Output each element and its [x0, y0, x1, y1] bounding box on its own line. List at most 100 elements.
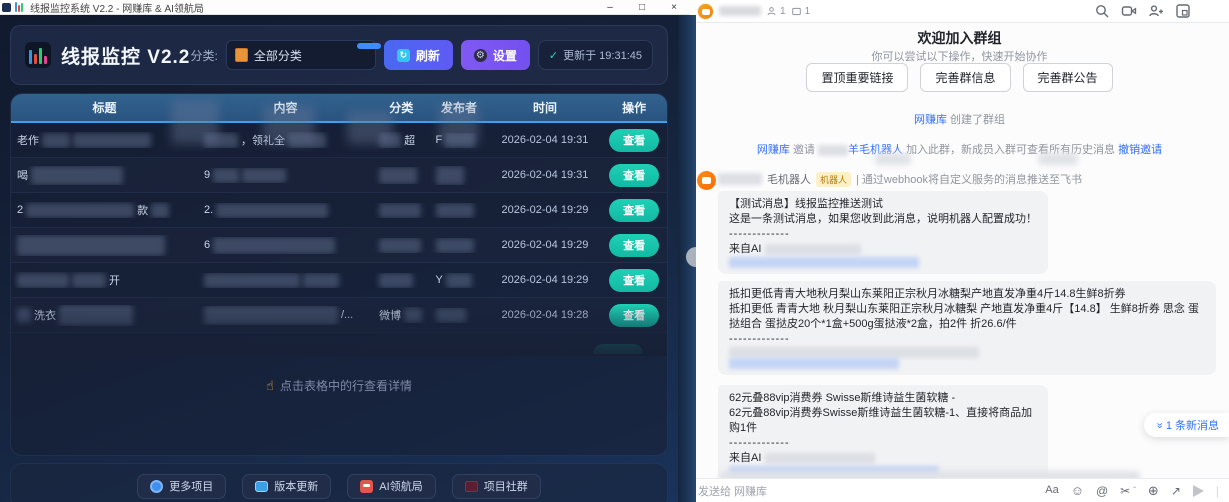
- group-avatar[interactable]: [697, 3, 714, 20]
- status-badge: ✓ 更新于 19:31:45: [538, 40, 653, 70]
- composer-placeholder: 发送给 网赚库: [698, 483, 767, 499]
- table-row[interactable]: 老作 ，领礼全 超 F 2026-02-04 19:31 查看: [11, 123, 667, 158]
- redacted-blur: [720, 471, 1140, 478]
- redacted-blur: [875, 153, 911, 165]
- add-member-icon[interactable]: [1148, 3, 1164, 19]
- robot-icon: [360, 480, 373, 493]
- table-row[interactable]: 喝 9 2026-02-04 19:31 查看: [11, 158, 667, 193]
- page-title: 线报监控 V2.2: [61, 42, 190, 69]
- window-title: 线报监控系统 V2.2 - 网赚库 & AI领航局: [30, 0, 204, 15]
- select-scroll-dash: [357, 43, 381, 49]
- complete-group-info-button[interactable]: 完善群信息: [920, 63, 1010, 92]
- table-row[interactable]: 6 2026-02-04 19:29 查看: [11, 228, 667, 263]
- group-name-redacted: [719, 6, 761, 16]
- footer-toolbar: 更多项目 版本更新 AI领航局 项目社群: [10, 463, 668, 502]
- message-sender-row: 毛机器人 机器人 | 通过webhook将自定义服务的消息推送至飞书: [718, 171, 1082, 187]
- category-value: 全部分类: [254, 47, 302, 64]
- new-message-badge[interactable]: » 1 条新消息: [1144, 413, 1229, 437]
- chat-window: 1 1 欢迎加入群组 你可以尝试以下操作，快速开始协作 置顶重要链接 完善群信息…: [690, 0, 1229, 502]
- message-bubble[interactable]: 抵扣更低青青大地秋月梨山东莱阳正宗秋月冰糖梨产地直发净重4斤14.8生鲜8折券 …: [718, 281, 1216, 375]
- collapse-handle[interactable]: [686, 247, 696, 267]
- redacted-link-blur: [729, 358, 899, 369]
- view-button[interactable]: 查看: [609, 234, 659, 257]
- redacted-blur: [765, 453, 875, 464]
- search-icon[interactable]: [1094, 3, 1110, 19]
- maximize-button[interactable]: □: [626, 0, 658, 14]
- expand-icon[interactable]: ↗: [1171, 485, 1181, 497]
- invite-line: 网赚库 邀请 羊毛机器人 加入此群，新成员入群可查看所有历史消息 撤销邀请: [690, 141, 1229, 157]
- emoji-icon[interactable]: ☺: [1071, 484, 1084, 497]
- partial-view-button: [593, 344, 643, 354]
- screenshot-icon[interactable]: ✂: [1120, 485, 1130, 497]
- refresh-icon: ↻: [397, 49, 410, 62]
- bot-avatar[interactable]: [697, 171, 716, 190]
- bot-badge: 机器人: [816, 172, 851, 187]
- video-call-icon[interactable]: [1121, 3, 1137, 19]
- pin-count: 1: [791, 6, 811, 17]
- send-icon[interactable]: [1193, 485, 1204, 497]
- app-icon: [15, 2, 25, 12]
- pointing-finger-icon: ☝: [266, 378, 274, 393]
- table-hint: ☝点击表格中的行查看详情: [11, 377, 667, 394]
- screenshot-chevron-icon: ˇ: [1133, 487, 1136, 495]
- monitor-window-titlebar: 线报监控系统 V2.2 - 网赚库 & AI领航局 – □ ×: [0, 0, 690, 15]
- close-button[interactable]: ×: [658, 0, 690, 14]
- more-apps-icon[interactable]: [1175, 3, 1191, 19]
- view-button[interactable]: 查看: [609, 199, 659, 222]
- mention-icon[interactable]: @: [1096, 485, 1108, 497]
- book-icon: [465, 481, 478, 492]
- category-label: 分类:: [191, 47, 218, 64]
- column-header-action: 操作: [601, 99, 667, 116]
- attach-icon[interactable]: ⊕: [1148, 484, 1159, 497]
- settings-button[interactable]: ⚙ 设置: [461, 40, 530, 70]
- chevron-down-icon: »: [1153, 422, 1164, 428]
- redacted-blur: [818, 145, 848, 156]
- message-bubble[interactable]: 【测试消息】线报监控推送测试 这是一条测试消息，如果您收到此消息，说明机器人配置…: [718, 191, 1048, 274]
- member-count: 1: [766, 6, 786, 17]
- view-button[interactable]: 查看: [609, 269, 659, 292]
- complete-announcement-button[interactable]: 完善群公告: [1023, 63, 1113, 92]
- welcome-actions: 置顶重要链接 完善群信息 完善群公告: [690, 63, 1229, 92]
- message-bubble[interactable]: 62元叠88vip消费券 Swisse斯维诗益生菌软糖 - 62元叠88vip消…: [718, 385, 1048, 478]
- table-row[interactable]: 洗衣 /... 微博 2026-02-04 19:28 查看: [11, 298, 667, 333]
- clipboard-icon: [235, 48, 248, 62]
- taskbar-app-icon: [2, 3, 11, 12]
- view-button[interactable]: 查看: [609, 129, 659, 152]
- refresh-button[interactable]: ↻ 刷新: [384, 40, 453, 70]
- announcement-icon: [791, 6, 802, 17]
- creator-link[interactable]: 网赚库: [914, 114, 947, 126]
- welcome-title: 欢迎加入群组: [690, 28, 1229, 48]
- column-header-title: 标题: [11, 99, 198, 116]
- redacted-blur: [765, 244, 861, 255]
- composer-separator: |: [1216, 484, 1219, 498]
- message-composer[interactable]: 发送给 网赚库 Aa ☺ @ ✂ ˇ ⊕ ↗ |: [690, 478, 1229, 502]
- community-button[interactable]: 项目社群: [452, 474, 541, 499]
- welcome-subtitle: 你可以尝试以下操作，快速开始协作: [690, 48, 1229, 64]
- table-row[interactable]: 开 Y 2026-02-04 19:29 查看: [11, 263, 667, 298]
- monitor-icon: [255, 481, 268, 492]
- text-format-icon[interactable]: Aa: [1045, 485, 1058, 496]
- chat-message-area: 欢迎加入群组 你可以尝试以下操作，快速开始协作 置顶重要链接 完善群信息 完善群…: [690, 23, 1229, 478]
- check-icon: ✓: [549, 49, 558, 62]
- table-header: 标题 内容 分类 发布者 时间 操作: [11, 94, 667, 123]
- view-button[interactable]: 查看: [609, 164, 659, 187]
- table-row[interactable]: 2款 2. 2026-02-04 19:29 查看: [11, 193, 667, 228]
- minimize-button[interactable]: –: [594, 0, 626, 14]
- revoke-invite-link[interactable]: 撤销邀请: [1118, 144, 1162, 156]
- ai-bureau-button[interactable]: AI领航局: [347, 474, 435, 499]
- sidebar-edge-strip: [678, 15, 696, 502]
- pin-links-button[interactable]: 置顶重要链接: [806, 63, 908, 92]
- app-logo-icon: [25, 42, 51, 68]
- redacted-blur: [718, 173, 762, 185]
- more-projects-button[interactable]: 更多项目: [137, 474, 226, 499]
- people-icon: [766, 6, 777, 17]
- view-button[interactable]: 查看: [609, 304, 659, 327]
- redacted-blur: [729, 347, 979, 358]
- bot-name: 毛机器人: [767, 171, 811, 187]
- version-update-button[interactable]: 版本更新: [242, 474, 331, 499]
- category-select[interactable]: 全部分类: [226, 40, 376, 70]
- report-table-card: 标题 内容 分类 发布者 时间 操作 老作 ，领礼全 超 F 2026-02-0…: [10, 93, 668, 456]
- inviter-link[interactable]: 网赚库: [757, 144, 790, 156]
- updated-time: 更新于 19:31:45: [563, 47, 642, 63]
- redacted-link-blur: [729, 257, 919, 268]
